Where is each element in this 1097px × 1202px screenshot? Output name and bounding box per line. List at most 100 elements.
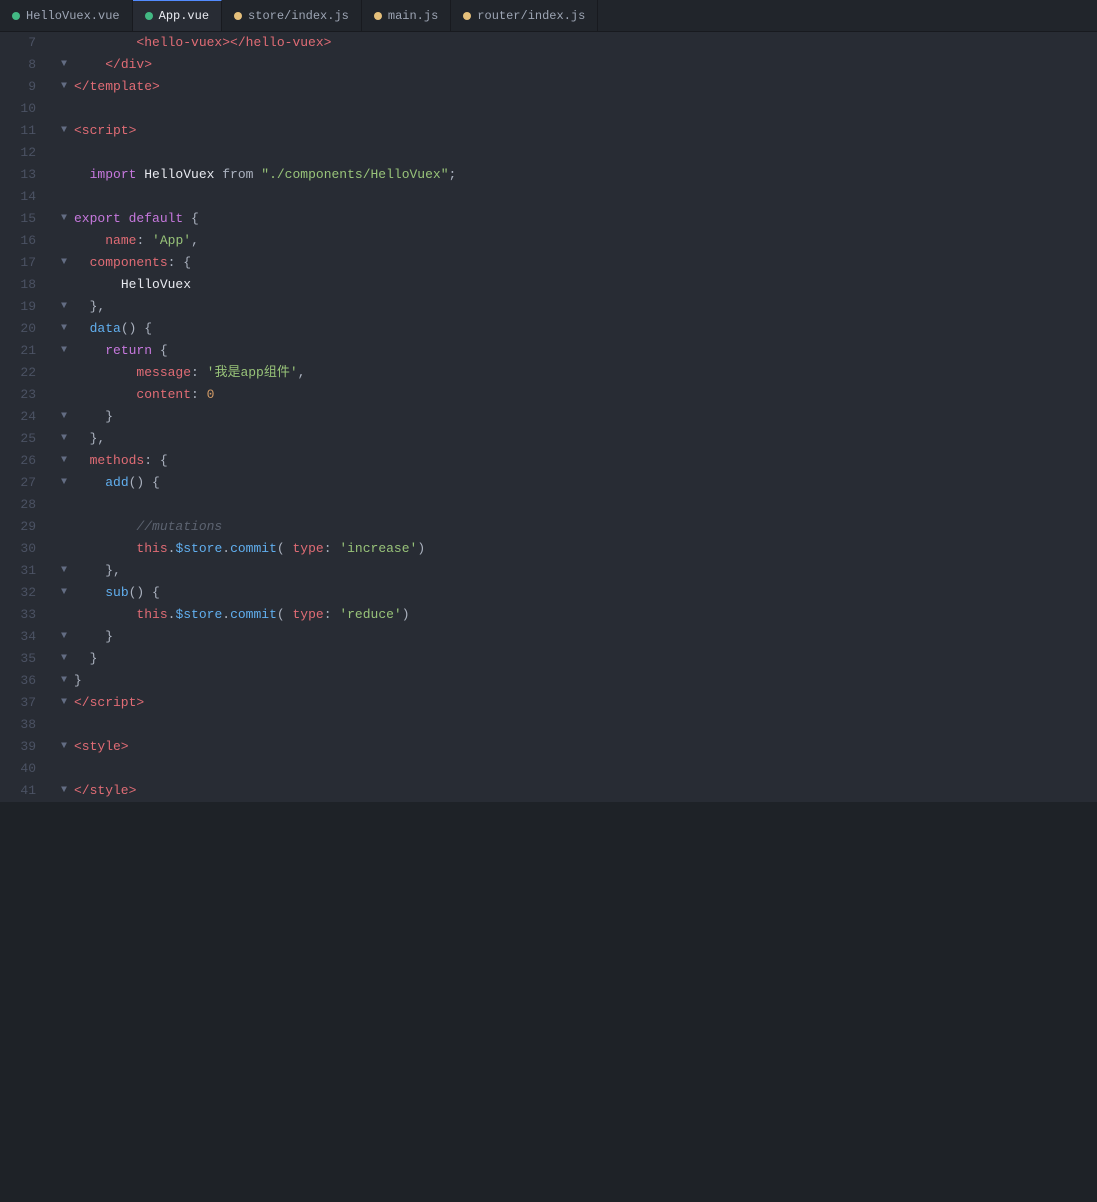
brace-close-19: }, [90, 296, 106, 318]
tab-mainjs[interactable]: main.js [362, 0, 451, 31]
line-num-19: 19 [8, 296, 44, 318]
tab-label-mainjs: main.js [388, 9, 438, 23]
line-num-24: 24 [8, 406, 44, 428]
func-sub-32: sub [105, 582, 128, 604]
code-indent-16 [74, 230, 105, 252]
tag-template-close-9: </template> [74, 76, 160, 98]
tab-label-hellovuex: HelloVuex.vue [26, 9, 120, 23]
code-line-13: import HelloVuex from "./components/Hell… [52, 164, 1097, 186]
path-13: "./components/HelloVuex" [261, 164, 448, 186]
code-indent-13 [74, 164, 90, 186]
line-num-12: 12 [8, 142, 44, 164]
fold-icon-25[interactable]: ▼ [56, 431, 72, 447]
code-line-22: message : '我是app组件' , [52, 362, 1097, 384]
key-name-16: name [105, 230, 136, 252]
key-methods-26: methods [90, 450, 145, 472]
fold-icon-31[interactable]: ▼ [56, 563, 72, 579]
code-indent-25 [74, 428, 90, 450]
fold-icon-15[interactable]: ▼ [56, 211, 72, 227]
space-13a: HelloVuex [136, 164, 222, 186]
fold-icon-11[interactable]: ▼ [56, 123, 72, 139]
tag-close-8: </div> [105, 54, 152, 76]
commit-33: commit [230, 604, 277, 626]
tab-dot-vue-app [145, 12, 153, 20]
fold-icon-24[interactable]: ▼ [56, 409, 72, 425]
tab-label-routerindex: router/index.js [477, 9, 585, 23]
tag-open-7: <hello-vuex></hello-vuex> [136, 32, 331, 54]
colon-17: : { [168, 252, 191, 274]
line-num-33: 33 [8, 604, 44, 626]
tab-hellovuex[interactable]: HelloVuex.vue [0, 0, 133, 31]
fold-icon-27[interactable]: ▼ [56, 475, 72, 491]
dot-30b: . [222, 538, 230, 560]
key-type-30: type [293, 538, 324, 560]
tab-storeindex[interactable]: store/index.js [222, 0, 362, 31]
code-indent-18 [74, 274, 121, 296]
line-num-36: 36 [8, 670, 44, 692]
key-content-23: content [136, 384, 191, 406]
val-message-22: '我是app组件' [207, 362, 298, 384]
fold-icon-41[interactable]: ▼ [56, 783, 72, 799]
fold-icon-35[interactable]: ▼ [56, 651, 72, 667]
code-line-31: ▼ }, [52, 560, 1097, 582]
store-33: $store [175, 604, 222, 626]
tab-bar: HelloVuex.vue App.vue store/index.js mai… [0, 0, 1097, 32]
fold-icon-20[interactable]: ▼ [56, 321, 72, 337]
code-line-16: name : 'App' , [52, 230, 1097, 252]
colon-23: : [191, 384, 207, 406]
fold-icon-19[interactable]: ▼ [56, 299, 72, 315]
fold-icon-37[interactable]: ▼ [56, 695, 72, 711]
key-type-33: type [293, 604, 324, 626]
code-line-27: ▼ add () { [52, 472, 1097, 494]
fold-icon-34[interactable]: ▼ [56, 629, 72, 645]
line-num-38: 38 [8, 714, 44, 736]
code-line-37: ▼ </script> [52, 692, 1097, 714]
fold-icon-8[interactable]: ▼ [56, 57, 72, 73]
code-line-9: ▼ </template> [52, 76, 1097, 98]
brace-close-31: }, [105, 560, 121, 582]
tag-style-close-41: </style> [74, 780, 136, 802]
line-num-18: 18 [8, 274, 44, 296]
brace-open-21: { [152, 340, 168, 362]
code-indent-23 [74, 384, 136, 406]
paren-close-30: ) [417, 538, 425, 560]
code-indent-29 [74, 516, 136, 538]
tab-appvue[interactable]: App.vue [133, 0, 222, 31]
tab-routerindex[interactable]: router/index.js [451, 0, 598, 31]
kw-default-15: default [129, 208, 184, 230]
line-num-14: 14 [8, 186, 44, 208]
tab-label-appvue: App.vue [159, 9, 209, 23]
val-reduce-33: 'reduce' [339, 604, 401, 626]
fold-icon-39[interactable]: ▼ [56, 739, 72, 755]
fold-icon-32[interactable]: ▼ [56, 585, 72, 601]
code-indent-31 [74, 560, 105, 582]
code-line-35: ▼ } [52, 648, 1097, 670]
line-num-29: 29 [8, 516, 44, 538]
line-num-8: 8 [8, 54, 44, 76]
code-indent-21 [74, 340, 105, 362]
line-num-35: 35 [8, 648, 44, 670]
fold-icon-21[interactable]: ▼ [56, 343, 72, 359]
code-line-10 [52, 98, 1097, 120]
fold-icon-9[interactable]: ▼ [56, 79, 72, 95]
code-indent-19 [74, 296, 90, 318]
line-num-34: 34 [8, 626, 44, 648]
code-line-17: ▼ components : { [52, 252, 1097, 274]
code-line-23: content : 0 [52, 384, 1097, 406]
tag-style-open-39: <style> [74, 736, 129, 758]
component-hellovuex-18: HelloVuex [121, 274, 191, 296]
fold-icon-17[interactable]: ▼ [56, 255, 72, 271]
code-indent-22 [74, 362, 136, 384]
space-13b [253, 164, 261, 186]
code-line-26: ▼ methods : { [52, 450, 1097, 472]
semi-13: ; [449, 164, 457, 186]
code-line-18: HelloVuex [52, 274, 1097, 296]
comma-16: , [191, 230, 199, 252]
code-indent-34 [74, 626, 105, 648]
fold-icon-26[interactable]: ▼ [56, 453, 72, 469]
code-line-21: ▼ return { [52, 340, 1097, 362]
fold-icon-36[interactable]: ▼ [56, 673, 72, 689]
code-line-8: ▼ </div> [52, 54, 1097, 76]
code-line-36: ▼ } [52, 670, 1097, 692]
colon-26: : { [144, 450, 167, 472]
